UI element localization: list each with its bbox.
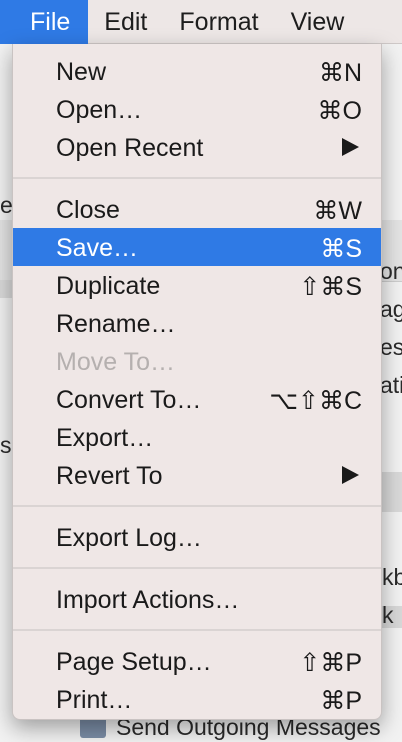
menu-item-import-actions[interactable]: Import Actions… [13, 580, 381, 618]
screen: es on ag es ati s kb k Send Outgoing Mes… [0, 0, 402, 742]
menu-format[interactable]: Format [163, 0, 274, 44]
menu-item-label: Export… [56, 424, 154, 452]
shortcut-label: ⇧⌘P [299, 649, 362, 677]
submenu-arrow-icon [342, 466, 359, 484]
menu-item-label: Rename… [56, 310, 176, 338]
menu-item-revert-to[interactable]: Revert To [13, 456, 381, 494]
menu-edit[interactable]: Edit [88, 0, 163, 44]
menu-file[interactable]: File [0, 0, 89, 44]
shortcut-label: ⌘O [317, 97, 362, 125]
shortcut-label: ⌘S [320, 235, 362, 263]
background-sidebar-text: s [0, 432, 12, 458]
background-list-text: kb [382, 564, 402, 590]
menu-item-label: Close [56, 196, 120, 224]
menu-item-export-log[interactable]: Export Log… [13, 518, 381, 556]
menu-item-convert-to[interactable]: Convert To… ⌥⇧⌘C [13, 380, 381, 418]
menu-item-label: Move To… [56, 348, 176, 376]
menu-item-label: Duplicate [56, 272, 161, 300]
menu-item-label: Convert To… [56, 386, 202, 414]
shortcut-label: ⇧⌘S [299, 273, 362, 301]
menu-item-export[interactable]: Export… [13, 418, 381, 456]
menu-item-page-setup[interactable]: Page Setup… ⇧⌘P [13, 642, 381, 680]
background-list-text: ag [380, 296, 402, 322]
shortcut-label: ⌥⇧⌘C [269, 387, 362, 415]
shortcut-label: ⌘P [320, 687, 362, 715]
menu-separator [13, 505, 381, 507]
menu-item-rename[interactable]: Rename… [13, 304, 381, 342]
menu-item-close[interactable]: Close ⌘W [13, 190, 381, 228]
menu-item-move-to: Move To… [13, 342, 381, 380]
menu-item-label: Print… [56, 686, 133, 714]
menu-item-open-recent[interactable]: Open Recent [13, 128, 381, 166]
menu-separator [13, 629, 381, 631]
menu-item-label: New [56, 58, 107, 86]
file-menu-dropdown: New ⌘N Open… ⌘O Open Recent Close ⌘W Sav… [12, 44, 382, 720]
menu-bar: File Edit Format View [0, 0, 402, 44]
menu-item-label: Import Actions… [56, 586, 240, 614]
shortcut-label: ⌘N [318, 59, 362, 87]
menu-item-save[interactable]: Save… ⌘S [13, 228, 381, 266]
menu-item-label: Open Recent [56, 134, 204, 162]
menu-item-label: Save… [56, 234, 138, 262]
shortcut-label: ⌘W [313, 197, 362, 225]
menu-view[interactable]: View [275, 0, 361, 44]
menu-item-open[interactable]: Open… ⌘O [13, 90, 381, 128]
menu-item-label: Export Log… [56, 524, 202, 552]
background-list-text: es [380, 334, 402, 360]
menu-item-new[interactable]: New ⌘N [13, 52, 381, 90]
menu-item-duplicate[interactable]: Duplicate ⇧⌘S [13, 266, 381, 304]
menu-item-label: Page Setup… [56, 648, 212, 676]
menu-item-label: Open… [56, 96, 143, 124]
menu-separator [13, 177, 381, 179]
background-list-text: k [382, 602, 394, 628]
menu-separator [13, 567, 381, 569]
menu-item-print[interactable]: Print… ⌘P [13, 680, 381, 718]
background-list-text: ati [380, 372, 402, 398]
submenu-arrow-icon [342, 138, 359, 156]
menu-item-label: Revert To [56, 462, 163, 490]
background-list-text: on [380, 258, 402, 284]
